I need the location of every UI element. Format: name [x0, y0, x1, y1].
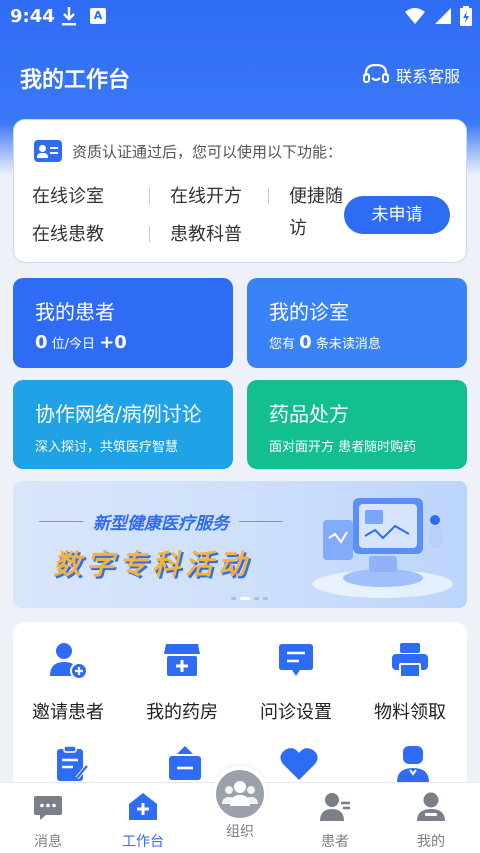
status-indicators [404, 6, 472, 26]
nav-profile-label: 我的 [417, 834, 445, 850]
my-pharmacy-button[interactable]: 我的药房 [127, 640, 237, 724]
prescription-tile[interactable]: 药品处方 面对面开方 患者随时购药 [247, 380, 467, 469]
feature-science-education: 患教科普 [170, 224, 242, 245]
my-patients-title: 我的患者 [35, 300, 115, 324]
collaboration-sub: 深入探讨，共筑医疗智慧 [35, 440, 179, 455]
pharmacy-icon [164, 644, 200, 676]
prescription-sub: 面对面开方 患者随时购药 [269, 440, 417, 455]
collaboration-title: 协作网络/病例讨论 [35, 402, 202, 426]
nav-patients-label: 患者 [321, 834, 349, 850]
qualification-notice: 资质认证通过后，您可以使用以下功能： [34, 140, 342, 162]
divider [39, 521, 83, 522]
consult-settings-button[interactable]: 问诊设置 [241, 640, 351, 724]
nav-organization-label: 组织 [226, 824, 254, 840]
invite-patient-button[interactable]: 邀请患者 [13, 640, 123, 724]
divider [268, 188, 269, 204]
consult-settings-icon [279, 644, 313, 676]
carousel-indicator [231, 597, 268, 600]
nav-workbench-label: 工作台 [122, 834, 164, 850]
nav-messages-label: 消息 [34, 834, 62, 850]
organization-button[interactable] [212, 766, 268, 822]
workbench-icon [129, 793, 157, 820]
feature-online-clinic: 在线诊室 [32, 186, 104, 207]
signal-icon [435, 8, 451, 24]
page-title: 我的工作台 [20, 68, 131, 93]
a-badge-icon: A [90, 8, 106, 24]
my-clinic-tile[interactable]: 我的诊室 您有 0 条未读消息 [247, 278, 467, 368]
my-clinic-title: 我的诊室 [269, 300, 349, 324]
invite-patient-label: 邀请患者 [32, 702, 104, 723]
divider [239, 521, 283, 522]
clinic-suffix: 条未读消息 [315, 337, 381, 352]
headset-icon [362, 63, 389, 83]
organization-icon [222, 781, 258, 806]
nav-workbench[interactable]: 工作台 [108, 791, 178, 851]
patient-today: +0 [99, 332, 127, 353]
not-applied-button[interactable]: 未申请 [344, 196, 450, 234]
message-icon [34, 796, 62, 820]
clinic-prefix: 您有 [269, 337, 296, 352]
carousel-dot[interactable] [231, 597, 236, 600]
doctor-icon[interactable] [393, 744, 433, 784]
briefcase-icon[interactable] [165, 744, 205, 784]
feature-patient-education: 在线患教 [32, 224, 104, 245]
my-clinic-stats: 您有 0 条未读消息 [269, 332, 381, 353]
banner-line1: 新型健康医疗服务 [93, 514, 229, 534]
patient-unit: 位/今日 [51, 337, 96, 352]
unread-count: 0 [299, 332, 312, 353]
feature-followup-line1: 便捷随 [289, 186, 343, 207]
feature-online-prescription: 在线开方 [170, 186, 242, 207]
material-collect-label: 物料领取 [374, 702, 446, 723]
carousel-dot[interactable] [263, 597, 268, 600]
divider [149, 188, 150, 204]
my-pharmacy-label: 我的药房 [146, 702, 218, 723]
nav-patients[interactable]: 患者 [300, 791, 370, 851]
id-card-icon [34, 140, 62, 162]
qualification-card: 资质认证通过后，您可以使用以下功能： 在线诊室 在线开方 便捷随 在线患教 患教… [13, 119, 467, 263]
status-bar: 9:44 A [0, 0, 480, 36]
qualification-notice-text: 资质认证通过后，您可以使用以下功能： [72, 142, 343, 161]
consult-settings-label: 问诊设置 [260, 702, 332, 723]
download-icon [62, 7, 76, 26]
prescription-title: 药品处方 [269, 402, 349, 426]
app-header: 我的工作台 联系客服 [0, 52, 480, 100]
banner-title: 数字专科活动 [53, 548, 252, 581]
contact-service-button[interactable]: 联系客服 [362, 62, 460, 88]
invite-patient-icon [50, 643, 88, 680]
carousel-dot[interactable] [254, 597, 259, 600]
printer-icon [392, 643, 428, 678]
banner-subtitle: 新型健康医疗服务 [39, 509, 283, 534]
patient-count: 0 [35, 332, 48, 353]
medical-screen-illustration [313, 498, 453, 598]
carousel-dot-active[interactable] [240, 597, 250, 600]
divider [149, 226, 150, 242]
wifi-icon [405, 8, 425, 24]
clipboard-icon[interactable] [51, 744, 91, 784]
profile-icon [417, 792, 445, 821]
material-collect-button[interactable]: 物料领取 [355, 640, 465, 724]
promo-banner[interactable]: 新型健康医疗服务 数字专科活动 [13, 481, 467, 608]
nav-organization[interactable]: 组织 [205, 821, 275, 841]
collaboration-tile[interactable]: 协作网络/病例讨论 深入探讨，共筑医疗智慧 [13, 380, 233, 469]
battery-icon [460, 6, 472, 26]
nav-profile[interactable]: 我的 [396, 791, 466, 851]
my-patients-stats: 0 位/今日 +0 [35, 332, 127, 353]
my-patients-tile[interactable]: 我的患者 0 位/今日 +0 [13, 278, 233, 368]
heart-icon[interactable] [279, 744, 319, 784]
contact-service-label: 联系客服 [395, 67, 460, 86]
nav-messages[interactable]: 消息 [13, 791, 83, 851]
patients-icon [320, 793, 350, 821]
status-time: 9:44 [10, 6, 55, 27]
feature-followup-line2: 访 [289, 218, 307, 239]
